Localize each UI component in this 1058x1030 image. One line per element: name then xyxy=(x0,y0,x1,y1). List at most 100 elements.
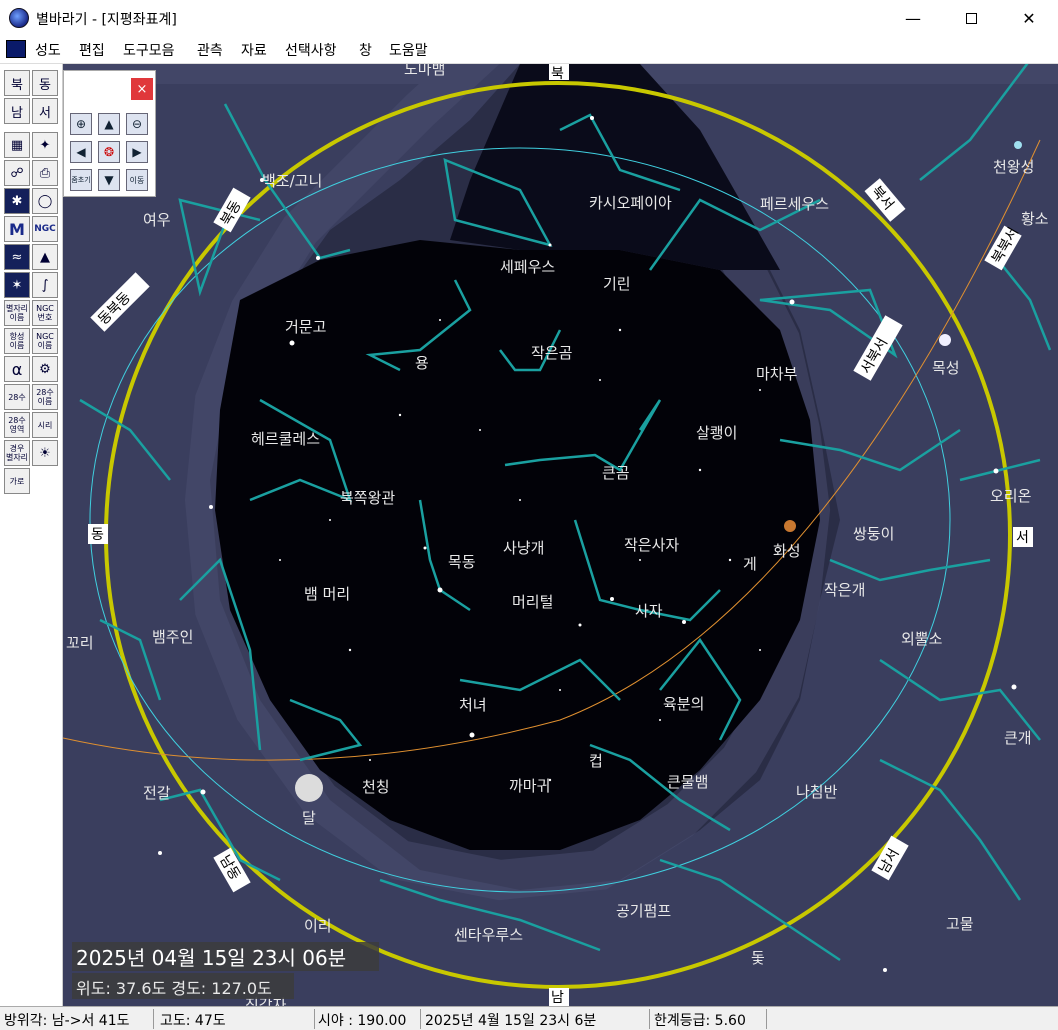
alpha-button[interactable]: α xyxy=(4,356,30,382)
label-gemini: 쌍둥이 xyxy=(853,525,894,543)
print-icon[interactable]: ⎙ xyxy=(32,160,58,186)
label-vulpecula: 여우 xyxy=(143,211,171,229)
minimize-button[interactable]: — xyxy=(884,0,942,36)
status-azimuth: 방위각: 남->서 41도 xyxy=(4,1013,130,1029)
menu-window[interactable]: 창 xyxy=(359,40,372,60)
star-name2-button[interactable]: 항성 이름 xyxy=(4,328,30,354)
label-draco: 용 xyxy=(415,354,429,372)
label-hercules: 헤르쿨레스 xyxy=(251,430,320,448)
pan-up-icon[interactable]: ▲ xyxy=(98,113,120,135)
status-bar: 방위각: 남->서 41도 고도: 47도 시야 : 190.00 2025년 … xyxy=(0,1006,1058,1030)
label-libra: 천칭 xyxy=(362,778,390,796)
label-sextans: 육분의 xyxy=(663,695,704,713)
zoom-reset-button[interactable]: 줌초기 xyxy=(70,169,92,191)
season-button[interactable]: 경우 별자리 xyxy=(4,440,30,466)
label-scorpius: 전갈 xyxy=(143,784,171,802)
view-south-button[interactable]: 남 xyxy=(4,98,30,124)
title-bar: 별바라기 - [지평좌표계] — ✕ xyxy=(0,0,1058,36)
label-virgo: 처녀 xyxy=(459,696,487,714)
telescope-icon[interactable]: ⚙ xyxy=(32,356,58,382)
menu-help[interactable]: 도움말 xyxy=(389,40,428,60)
nebula-icon[interactable]: ▲ xyxy=(32,244,58,270)
menu-observe[interactable]: 관측 xyxy=(197,40,223,60)
center-icon[interactable]: ❂ xyxy=(98,141,120,163)
moon-icon[interactable] xyxy=(295,774,323,802)
label-cygnus: 백조/고니 xyxy=(262,172,322,190)
pan-down-icon[interactable]: ▼ xyxy=(98,169,120,191)
grid-icon[interactable]: ▦ xyxy=(4,132,30,158)
left-toolbar: 북 동 남 서 ▦ ✦ ☍ ⎙ ✱ ◯ M NGC ≈ ▲ ✶ ∫ 별자리 이름… xyxy=(0,64,63,1006)
label-serpens-cauda: 꼬리 xyxy=(66,634,94,652)
label-corvus: 까마귀 xyxy=(509,777,550,795)
label-lynx: 살쾡이 xyxy=(696,424,737,442)
menu-options[interactable]: 선택사항 xyxy=(285,40,337,60)
zoom-out-icon[interactable]: ⊖ xyxy=(126,113,148,135)
move-button[interactable]: 이동 xyxy=(126,169,148,191)
west-label: 서 xyxy=(1016,530,1029,546)
menu-bar: 성도 편집 도구모음 관측 자료 선택사항 창 도움말 _ ❐ ✕ xyxy=(0,36,1058,97)
curve-icon[interactable]: ∫ xyxy=(32,272,58,298)
close-button[interactable]: ✕ xyxy=(1000,0,1058,36)
color-button[interactable]: 시리 xyxy=(32,412,58,438)
mars-icon[interactable] xyxy=(784,520,796,532)
milkyway-icon[interactable]: ≈ xyxy=(4,244,30,270)
cross-icon[interactable]: ✦ xyxy=(32,132,58,158)
ngc-name-button[interactable]: NGC 이름 xyxy=(32,328,58,354)
zoom-reset-label: 줌초기 xyxy=(71,176,91,184)
galaxy-icon[interactable]: ◯ xyxy=(32,188,58,214)
sky-chart[interactable]: 북 남 동 서 북동 북서 남동 남서 동북동 서북서 북북서 도마뱀 백조/고… xyxy=(63,64,1058,1006)
view-mode-button[interactable]: 가로 xyxy=(4,468,30,494)
lunar-mansions-button[interactable]: 28수 xyxy=(4,384,30,410)
label-serpens-caput: 뱀 머리 xyxy=(304,585,350,603)
label-canis-minor: 작은개 xyxy=(824,581,865,599)
pan-right-icon[interactable]: ▶ xyxy=(126,141,148,163)
label-auriga: 마차부 xyxy=(756,365,798,383)
status-separator xyxy=(153,1009,154,1029)
menu-data[interactable]: 자료 xyxy=(241,40,267,60)
label-centaurus: 센타우루스 xyxy=(454,926,523,944)
label-cancer: 게 xyxy=(743,555,757,573)
label-crater: 컵 xyxy=(589,752,603,770)
navigation-panel: × ⊕ ▲ ⊖ ◀ ❂ ▶ 줌초기 ▼ 이동 xyxy=(63,70,156,197)
status-altitude: 고도: 47도 xyxy=(160,1013,226,1029)
lunar-mansions-name-button[interactable]: 28수 이름 xyxy=(32,384,58,410)
menu-toolbars[interactable]: 도구모음 xyxy=(123,40,175,60)
stars-icon[interactable]: ✱ xyxy=(4,188,30,214)
label-coma-berenices: 머리털 xyxy=(512,593,553,611)
constellation-icon[interactable]: ✶ xyxy=(4,272,30,298)
maximize-button[interactable] xyxy=(942,0,1000,36)
label-orion: 오리온 xyxy=(990,487,1031,505)
label-lyra: 거문고 xyxy=(285,318,326,336)
view-north-button[interactable]: 북 xyxy=(4,70,30,96)
label-leo-minor: 작은사자 xyxy=(624,536,679,554)
menu-edit[interactable]: 편집 xyxy=(79,40,105,60)
view-east-button[interactable]: 동 xyxy=(32,70,58,96)
label-bootes: 목동 xyxy=(448,553,476,571)
label-leo: 사자 xyxy=(635,602,663,620)
label-mars: 화성 xyxy=(773,542,801,560)
uranus-icon[interactable] xyxy=(1014,141,1022,149)
jupiter-icon[interactable] xyxy=(939,334,951,346)
label-perseus: 페르세우스 xyxy=(760,195,829,213)
globe-icon[interactable]: ☍ xyxy=(4,160,30,186)
ngc-button[interactable]: NGC xyxy=(32,216,58,242)
lunar-mansions-area-button[interactable]: 28수 영역 xyxy=(4,412,30,438)
messier-button[interactable]: M xyxy=(4,216,30,242)
label-puppis: 고물 xyxy=(946,915,974,933)
sun-icon[interactable]: ☀ xyxy=(32,440,58,466)
view-west-button[interactable]: 서 xyxy=(32,98,58,124)
label-hydra: 큰물뱀 xyxy=(667,773,708,791)
menu-star-chart[interactable]: 성도 xyxy=(35,40,61,60)
status-separator xyxy=(314,1009,315,1029)
app-icon[interactable] xyxy=(9,8,29,28)
nav-close-button[interactable]: × xyxy=(131,78,153,100)
pan-left-icon[interactable]: ◀ xyxy=(70,141,92,163)
label-lupus: 이리 xyxy=(304,917,332,935)
minimize-icon: — xyxy=(905,8,921,28)
document-icon[interactable] xyxy=(6,40,26,58)
ngc-number-button[interactable]: NGC 번호 xyxy=(32,300,58,326)
zoom-in-icon[interactable]: ⊕ xyxy=(70,113,92,135)
star-name-button[interactable]: 별자리 이름 xyxy=(4,300,30,326)
label-taurus: 황소 xyxy=(1021,210,1049,228)
status-separator xyxy=(766,1009,767,1029)
